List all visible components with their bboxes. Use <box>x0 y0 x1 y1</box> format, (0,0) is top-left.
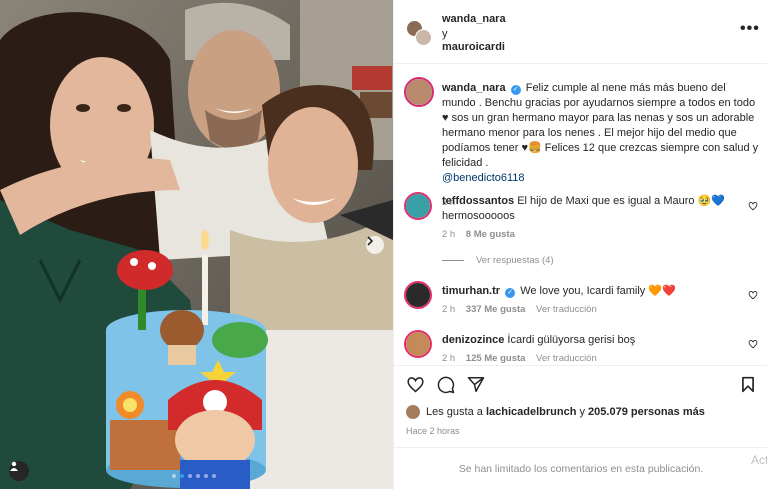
user-icon <box>10 461 18 471</box>
avatar <box>406 79 432 105</box>
comment-username[interactable]: timurhan.tr <box>442 285 500 297</box>
carousel-dot <box>212 474 216 478</box>
view-replies-label: Ver respuestas (4) <box>476 255 554 266</box>
comment-time: 2 h <box>442 304 456 315</box>
author-username[interactable]: wanda_nara <box>442 13 506 25</box>
avatar <box>406 332 430 356</box>
post-image[interactable] <box>0 0 393 489</box>
translate-link[interactable]: Ver traducción <box>536 304 597 315</box>
next-image-button[interactable] <box>366 236 384 254</box>
carousel-dot <box>172 474 176 478</box>
comment-body: timurhan.tr ✓ We love you, Icardi family… <box>442 284 742 299</box>
caption-username[interactable]: wanda_nara <box>442 82 506 94</box>
comment-avatar[interactable] <box>404 330 432 358</box>
replies-divider <box>442 260 464 261</box>
likes-summary: Les gusta a lachicadelbrunch y 205.079 p… <box>406 405 705 419</box>
more-options-icon[interactable]: ••• <box>740 21 760 37</box>
comment-bubble-icon[interactable] <box>437 376 455 394</box>
carousel-dot <box>196 474 200 478</box>
like-comment-heart-icon[interactable] <box>748 201 758 211</box>
comment-body: teffdossantos El hijo de Maxi que es igu… <box>442 194 742 224</box>
avatar <box>406 405 420 419</box>
coauthor-connector: y <box>442 28 448 40</box>
comment-likes-link[interactable]: 125 Me gusta <box>466 353 526 364</box>
likes-connector: y <box>579 406 585 418</box>
share-paper-plane-icon[interactable] <box>467 376 485 393</box>
liker-username[interactable]: lachicadelbrunch <box>486 406 576 418</box>
comment-avatar[interactable] <box>404 192 432 220</box>
verified-badge-icon: ✓ <box>505 288 516 298</box>
caption-avatar[interactable] <box>404 77 434 107</box>
photo-illustration <box>0 0 393 489</box>
carousel-dot <box>188 474 192 478</box>
liker-avatar[interactable] <box>406 405 420 419</box>
comment-meta: 2 h 125 Me gusta Ver traducción <box>442 353 597 364</box>
translate-link[interactable]: Ver traducción <box>536 353 597 364</box>
comment-likes-link[interactable]: 8 Me gusta <box>466 229 515 240</box>
windows-activation-watermark: Act <box>751 453 767 467</box>
coauthor-username[interactable]: mauroicardi <box>442 41 505 53</box>
comment-time: 2 h <box>442 229 456 240</box>
action-bar <box>394 365 767 405</box>
comments-section: wanda_nara ✓ Feliz cumple al nene más má… <box>394 65 767 365</box>
avatar <box>406 283 430 307</box>
likes-prefix: Les gusta a <box>426 406 483 418</box>
likes-count-link[interactable]: 205.079 personas más <box>588 406 705 418</box>
comment-likes-link[interactable]: 337 Me gusta <box>466 304 526 315</box>
carousel-dot-active <box>180 474 184 478</box>
comments-limited-notice: Se han limitado los comentarios en esta … <box>394 447 767 489</box>
like-comment-heart-icon[interactable] <box>748 290 758 300</box>
comment-username[interactable]: teffdossantos <box>442 195 514 207</box>
tagged-users-button[interactable] <box>9 461 29 481</box>
view-replies-link[interactable]: Ver respuestas (4) <box>442 255 554 266</box>
comment-time: 2 h <box>442 353 456 364</box>
caption-mention-link[interactable]: @benedicto6118 <box>442 172 525 184</box>
carousel-indicator <box>172 474 216 478</box>
like-heart-icon[interactable] <box>406 376 425 393</box>
post-timestamp[interactable]: Hace 2 horas <box>406 426 460 436</box>
comment-text: We love you, Icardi family 🧡❤️ <box>520 285 676 297</box>
coauthors-avatars[interactable] <box>406 20 432 46</box>
avatar <box>406 194 430 218</box>
carousel-dot <box>204 474 208 478</box>
comment-avatar[interactable] <box>404 281 432 309</box>
caption: wanda_nara ✓ Feliz cumple al nene más má… <box>442 81 760 210</box>
comment-meta: 2 h 337 Me gusta Ver traducción <box>442 304 597 315</box>
caption-text: Feliz cumple al nene más más bueno del m… <box>442 82 759 169</box>
avatar <box>415 29 432 46</box>
comment-text: İcardi gülüyorsa gerisi boş <box>507 334 636 346</box>
post-side-panel: wanda_nara y mauroicardi ••• wanda_nara … <box>393 0 767 489</box>
like-comment-heart-icon[interactable] <box>748 339 758 349</box>
post-header: wanda_nara y mauroicardi ••• <box>394 0 767 64</box>
comment-body: denizozince İcardi gülüyorsa gerisi boş <box>442 333 742 348</box>
save-bookmark-icon[interactable] <box>741 376 755 393</box>
comment-meta: 2 h 8 Me gusta <box>442 229 515 240</box>
verified-badge-icon: ✓ <box>510 85 521 95</box>
comment-username[interactable]: denizozince <box>442 334 504 346</box>
chevron-right-icon <box>367 236 374 246</box>
